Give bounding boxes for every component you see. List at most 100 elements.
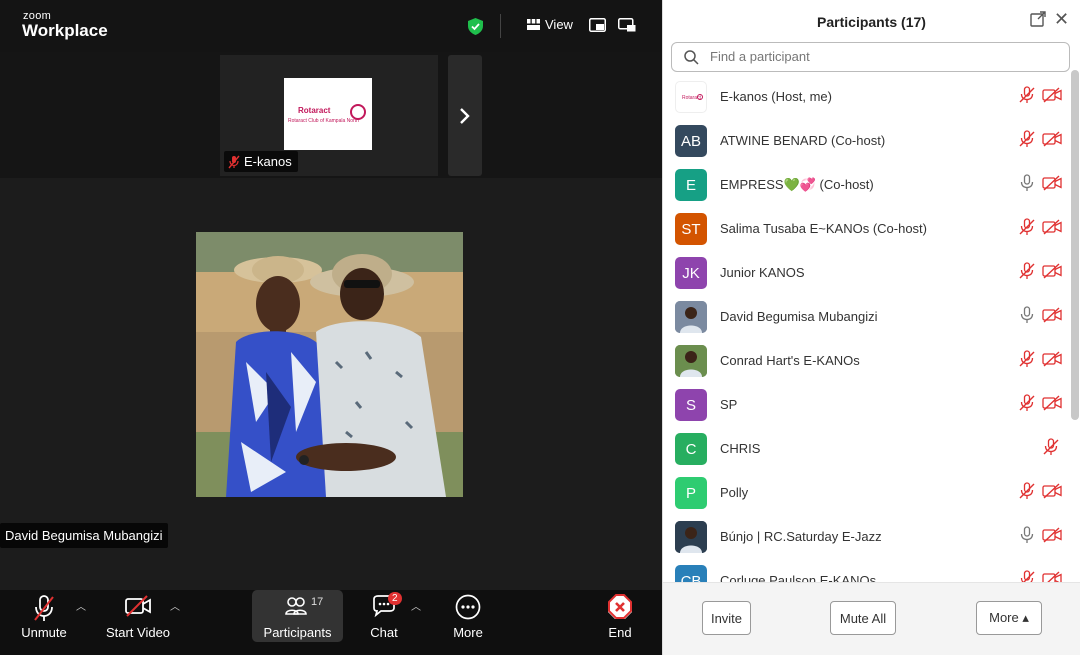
participant-avatar: C [675,433,707,465]
meeting-area: zoom Workplace View Rotaract Rotaract Cl… [0,0,662,655]
participants-label: Participants [263,625,332,640]
chevron-right-icon [460,107,470,124]
mic-muted-icon[interactable] [1018,262,1036,285]
minimize-window-icon[interactable] [618,18,636,32]
video-off-icon[interactable] [1042,570,1062,582]
participant-avatar: Rotaract [675,81,707,113]
mic-muted-icon[interactable] [1042,438,1060,461]
end-button[interactable]: End [600,590,640,643]
audio-options-caret[interactable]: ︿ [76,598,86,613]
participant-name: Junior KANOS [720,265,805,280]
participant-row[interactable]: Rotaract E-kanos (Host, me) [663,78,1080,119]
invite-button[interactable]: Invite [702,601,751,635]
video-off-icon[interactable] [1042,174,1062,197]
thumbnail-name-tag: E-kanos [224,151,298,172]
participant-name: Conrad Hart's E-KANOs [720,353,860,368]
video-off-icon[interactable] [1042,350,1062,373]
mute-all-button[interactable]: Mute All [830,601,896,635]
video-options-caret[interactable]: ︿ [170,598,180,613]
participant-row[interactable]: CB Corluge Paulson E-KANOs [663,559,1080,582]
pop-out-icon[interactable] [1030,11,1046,27]
panel-footer: Invite Mute All More ▴ [663,582,1080,655]
participant-avatar [675,301,707,333]
mic-icon[interactable] [1018,306,1036,329]
panel-title: Participants (17) [817,14,926,30]
participant-search[interactable] [671,42,1070,72]
next-page-button[interactable] [448,55,482,176]
view-button[interactable]: View [527,17,573,32]
mic-muted-icon[interactable] [1018,482,1036,505]
mic-muted-icon[interactable] [1018,350,1036,373]
avatar-initials: JK [682,264,700,282]
video-off-icon[interactable] [1042,130,1062,153]
start-video-label: Start Video [105,625,171,640]
thumbnail-strip: Rotaract Rotaract Club of Kampala North … [0,52,662,178]
participant-name: EMPRESS💚💞 (Co-host) [720,177,874,192]
mic-icon[interactable] [1018,526,1036,549]
mic-muted-icon [228,155,240,168]
rotary-wheel-icon [350,104,366,120]
avatar-initials: P [685,484,696,502]
avatar-initials: AB [680,132,701,150]
mic-muted-icon [34,595,54,621]
security-shield-icon[interactable] [468,18,483,35]
thumbnail-name: E-kanos [244,154,292,169]
participants-count: 17 [311,596,324,608]
participant-row[interactable]: AB ATWINE BENARD (Co-host) [663,119,1080,163]
search-input[interactable] [710,49,1050,64]
participant-row[interactable]: P Polly [663,471,1080,515]
mic-muted-icon[interactable] [1018,218,1036,241]
participants-panel: Participants (17) ✕ Rotaract E-kanos (Hos… [662,0,1080,655]
video-off-icon[interactable] [1042,218,1062,241]
participant-avatar: CB [675,565,707,582]
participants-icon [285,597,307,615]
chat-button[interactable]: 2 Chat [364,590,404,643]
participant-row[interactable]: S SP [663,383,1080,427]
participant-row[interactable]: C CHRIS [663,427,1080,471]
participant-row[interactable]: David Begumisa Mubangizi [663,295,1080,339]
participant-name: SP [720,397,738,412]
view-label: View [545,17,573,32]
participant-row[interactable]: Búnjo | RC.Saturday E-Jazz [663,515,1080,559]
video-off-icon[interactable] [1042,482,1062,505]
start-video-button[interactable]: Start Video [104,590,172,643]
unmute-button[interactable]: Unmute [14,590,74,643]
participant-name: ATWINE BENARD (Co-host) [720,133,886,148]
avatar-initials: S [685,396,696,414]
chat-badge: 2 [388,592,402,605]
chat-options-caret[interactable]: ︿ [411,598,421,613]
avatar-initials: E [685,176,696,194]
active-speaker-video: David Begumisa Mubangizi [0,178,662,590]
participant-row[interactable]: Conrad Hart's E-KANOs [663,339,1080,383]
participant-avatar: ST [675,213,707,245]
more-label: More [453,625,483,640]
participant-name: Polly [720,485,749,500]
unmute-label: Unmute [21,625,67,640]
video-off-icon[interactable] [1042,306,1062,329]
mic-muted-icon[interactable] [1018,130,1036,153]
video-off-icon[interactable] [1042,262,1062,285]
participant-name: Salima Tusaba E~KANOs (Co-host) [720,221,927,236]
picture-in-picture-icon[interactable] [589,18,606,32]
video-off-icon[interactable] [1042,394,1062,417]
more-icon [455,594,481,620]
mic-muted-icon[interactable] [1018,570,1036,582]
speaker-name-tag: David Begumisa Mubangizi [0,523,168,548]
video-off-icon[interactable] [1042,86,1062,109]
profile-photo [196,232,463,497]
more-button[interactable]: More [446,590,490,643]
more-options-button[interactable]: More ▴ [976,601,1042,635]
mic-icon[interactable] [1018,174,1036,197]
participant-row[interactable]: JK Junior KANOS [663,251,1080,295]
mic-muted-icon[interactable] [1018,86,1036,109]
close-panel-icon[interactable]: ✕ [1054,9,1069,30]
participants-button[interactable]: 17 Participants [252,590,343,642]
mic-muted-icon[interactable] [1018,394,1036,417]
top-bar-divider [500,14,501,38]
participant-name: Corluge Paulson E-KANOs [720,573,877,582]
participant-thumbnail[interactable]: Rotaract Rotaract Club of Kampala North … [220,55,438,176]
video-off-icon[interactable] [1042,526,1062,549]
participant-row[interactable]: ST Salima Tusaba E~KANOs (Co-host) [663,207,1080,251]
participant-row[interactable]: E EMPRESS💚💞 (Co-host) [663,163,1080,207]
list-scrollbar[interactable] [1071,70,1079,420]
